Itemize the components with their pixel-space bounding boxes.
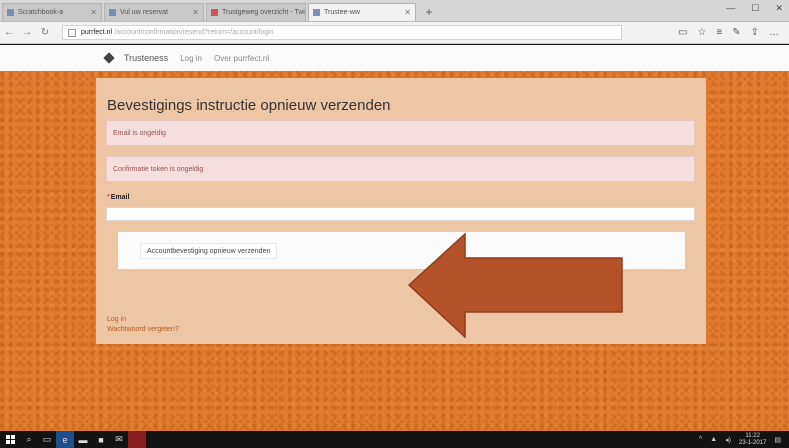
forgot-password-link[interactable]: Wachtwoord vergeten? [107,326,179,333]
reading-view-icon[interactable]: ▭ [678,27,687,38]
address-bar-row: ← → ↻ purrfect.nl /account/confirmation/… [0,22,789,44]
network-icon[interactable]: ▲ [710,436,717,443]
taskbar-clock[interactable]: 11:22 23-1-2017 [739,433,766,447]
mail-icon[interactable]: ✉ [110,431,128,448]
hub-icon[interactable]: ≡ [716,27,722,38]
tab-favicon-icon [109,9,116,16]
tray-chevron-icon[interactable]: ^ [699,436,702,443]
tab-favicon-icon [7,9,14,16]
site-navbar: Trusteness Log in Over purrfect.nl [0,45,789,71]
arrow-shape [407,232,623,339]
tab-label: Trustee-ww [324,9,360,16]
error-alert: Email is ongeldig [106,120,695,146]
minimize-icon[interactable]: — [726,3,735,14]
pinned-app-icon[interactable] [128,431,146,448]
required-marker: * [107,194,110,201]
url-path: /account/confirmation/resend?return=/acc… [114,29,274,36]
url-host: purrfect.nl [81,29,113,36]
browser-tab[interactable]: Trustgeweg overzicht - Twi✕ [206,3,306,21]
file-explorer-icon[interactable]: ▬ [74,431,92,448]
browser-tab-strip: Scratchbook-a ✕ Vul uw reservat ✕ Trustgew… [0,0,789,22]
more-icon[interactable]: … [769,27,779,38]
star-icon[interactable]: ☆ [697,27,706,38]
note-icon[interactable]: ✎ [732,27,740,38]
resend-confirmation-button[interactable]: Accountbevestiging opnieuw verzenden [140,243,278,259]
left-arrow-annotation [407,232,623,339]
error-alert-text: Email is ongeldig [113,129,166,137]
email-field[interactable] [106,207,695,221]
store-icon[interactable]: ■ [92,431,110,448]
tab-label: Trustgeweg overzicht - Twi [222,9,305,16]
search-icon[interactable]: ⌕ [20,431,38,448]
tab-label: Vul uw reservat [120,9,168,16]
edge-icon[interactable]: e [56,431,74,448]
clock-date: 23-1-2017 [739,439,767,446]
tab-favicon-icon [313,9,320,16]
close-icon[interactable]: ✕ [192,8,199,17]
browser-tab-active[interactable]: Trustee-ww ✕ [308,3,416,21]
windows-start-icon[interactable] [0,431,20,448]
close-icon[interactable]: ✕ [305,8,306,17]
page-info-icon[interactable] [68,28,76,37]
task-view-icon[interactable]: ▭ [38,431,56,448]
window-controls: — ☐ ✕ [726,3,783,14]
share-icon[interactable]: ⇪ [751,27,759,38]
clock-time: 11:22 [745,432,760,439]
browser-tab[interactable]: Scratchbook-a ✕ [2,3,102,21]
web-page: Trusteness Log in Over purrfect.nl Beves… [0,45,789,431]
refresh-icon[interactable]: ↻ [36,27,54,38]
url-field[interactable]: purrfect.nl /account/confirmation/resend… [62,25,622,40]
resend-confirmation-card: Bevestigings instructie opnieuw verzende… [96,78,706,344]
close-window-icon[interactable]: ✕ [775,3,783,14]
close-icon[interactable]: ✕ [404,8,411,17]
nav-link-login[interactable]: Log in [180,54,202,63]
volume-icon[interactable]: ◂) [725,436,731,444]
browser-toolbar-icons: ▭ ☆ ≡ ✎ ⇪ … [678,27,779,38]
error-alert: Confirmatie token is ongeldig [106,156,695,182]
close-icon[interactable]: ✕ [90,8,97,17]
email-label: *Email [107,194,129,201]
nav-link-about[interactable]: Over purrfect.nl [214,54,269,63]
error-alert-text: Confirmatie token is ongeldig [113,165,204,173]
windows-taskbar: ⌕ ▭ e ▬ ■ ✉ ^ ▲ ◂) 11:22 23-1-2017 ▤ [0,431,789,448]
notification-icon[interactable]: ▤ [774,436,781,444]
site-brand[interactable]: Trusteness [124,53,168,63]
new-tab-icon[interactable]: + [422,5,436,19]
page-title: Bevestigings instructie opnieuw verzende… [107,97,391,114]
browser-tab[interactable]: Vul uw reservat ✕ [104,3,204,21]
email-label-text: Email [110,194,130,201]
tab-label: Scratchbook-a [18,9,64,16]
system-tray: ^ ▲ ◂) 11:22 23-1-2017 ▤ [699,433,781,447]
login-link[interactable]: Log in [107,316,126,323]
maximize-icon[interactable]: ☐ [751,3,759,14]
tab-favicon-icon [211,9,218,16]
back-icon[interactable]: ← [0,27,18,38]
site-logo-icon[interactable] [104,52,116,64]
forward-icon[interactable]: → [18,27,36,38]
